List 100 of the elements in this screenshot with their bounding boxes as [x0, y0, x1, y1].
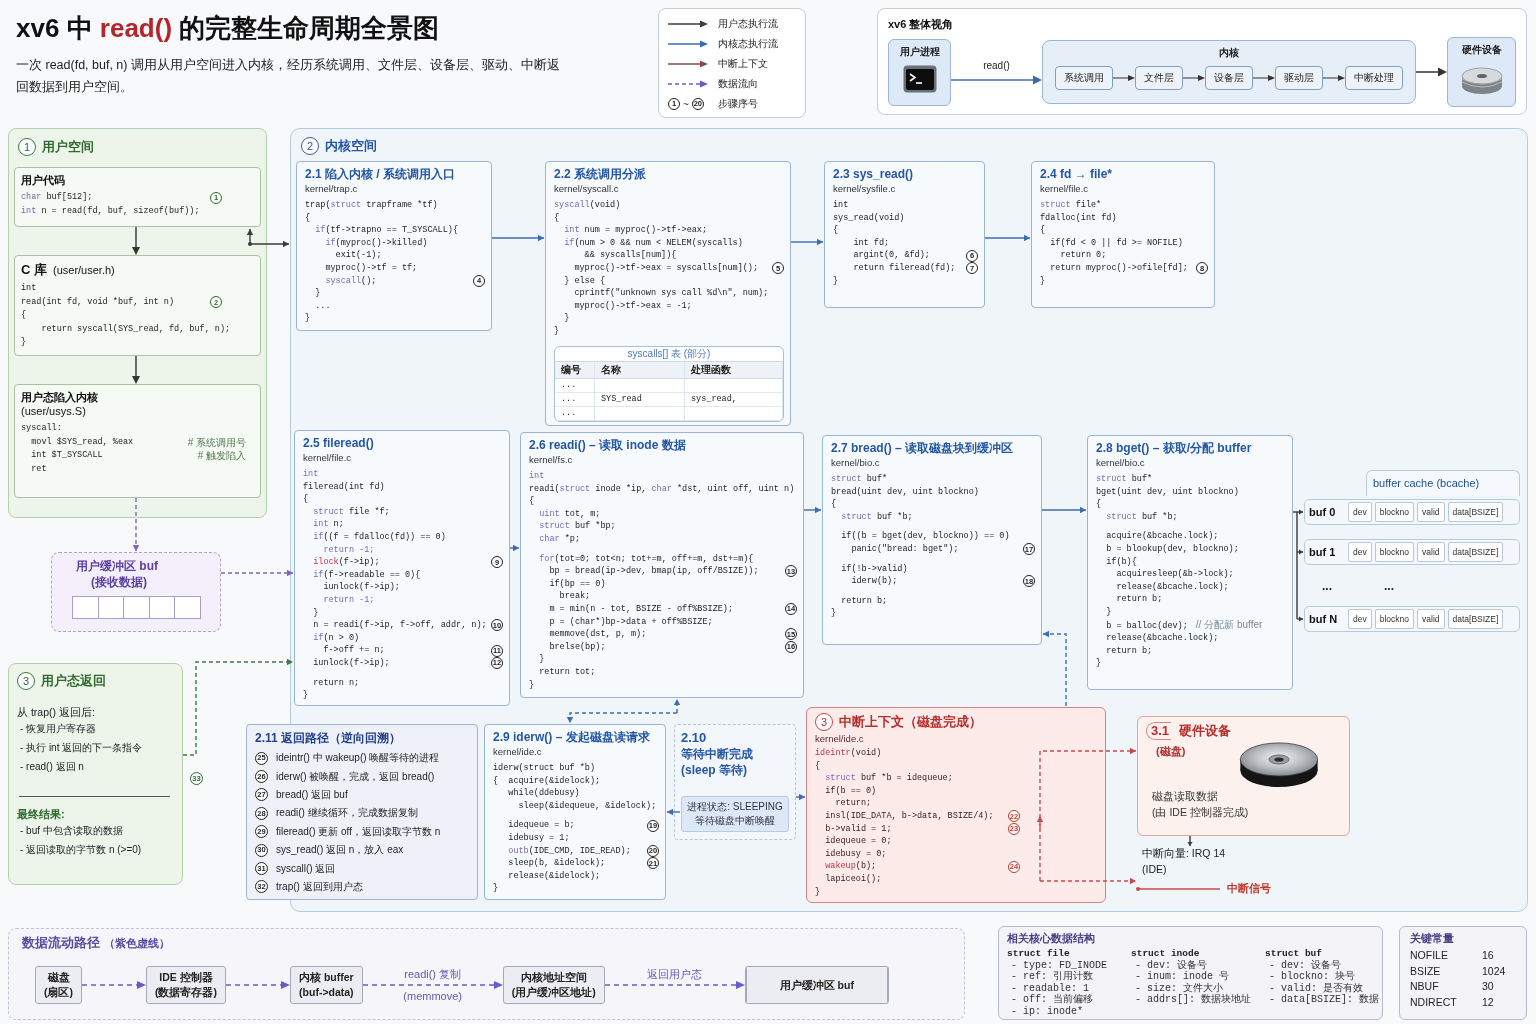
link-label: (memmove) — [403, 990, 462, 1002]
code-line: } — [833, 274, 839, 288]
code-line: trap(struct trapframe *tf) — [305, 199, 438, 212]
ellipsis-text: ... — [1322, 578, 1332, 593]
buffer-name: buf 1 — [1309, 546, 1337, 558]
buffer-cell — [72, 596, 99, 619]
code-line: acquire(&bcache.lock); — [1105, 530, 1219, 543]
flow-arrow — [803, 506, 822, 514]
range-sign: ~ — [683, 98, 689, 110]
panel-title: 相关核心数据结构 — [1007, 931, 1096, 945]
code-line: acquiresleep(&b->lock); — [1115, 568, 1234, 581]
code-line: b = balloc(dev); // 分配新 buffer — [1105, 618, 1263, 633]
block-title: 用户代码 — [21, 173, 65, 187]
code-line: myproc()->tf = tf; — [324, 261, 418, 275]
code-line: } else { — [563, 274, 605, 288]
page-title: xv6 中 read() 的完整生命周期全景图 — [16, 12, 440, 45]
code-line: return myproc()->ofile[fd]; — [1049, 261, 1188, 275]
section-number: 1 — [18, 138, 36, 156]
list-item: - 返回读取的字节数 n (>=0) — [19, 843, 143, 857]
field-cell: data[BSIZE] — [1447, 502, 1504, 522]
step-text: iderw() 被唤醒，完成，返回 bread() — [276, 769, 435, 784]
field-cell: data[BSIZE] — [1447, 609, 1504, 629]
terminal-icon — [902, 64, 937, 93]
code-line: if(!b->valid) — [840, 562, 908, 576]
code-line: return; — [834, 797, 872, 810]
step-text: ideintr() 中 wakeup() 唤醒等待的进程 — [276, 751, 440, 766]
section-number: 2 — [301, 137, 319, 155]
struct-field: - inum: inode 号 — [1131, 971, 1265, 983]
code-line: idequeue = b; — [507, 819, 575, 832]
field-cell: blockno — [1374, 609, 1415, 629]
code-line: bread(uint dev, uint blockno) — [831, 485, 979, 499]
constant-value: 12 — [1482, 994, 1495, 1010]
section-title: 用户空间 — [42, 138, 94, 156]
code-line: idequeue = 0; — [824, 835, 892, 848]
code-line: fdalloc(int fd) — [1040, 211, 1117, 225]
flow-arrow — [509, 544, 520, 552]
code-line: ilock(f->ip); — [312, 556, 380, 569]
struct-field: - ip: inode* — [1007, 1005, 1131, 1018]
code-line: memmove(dst, p, m); — [548, 628, 647, 641]
code-line: if(b){ — [1105, 555, 1137, 569]
code-line: return b; — [1115, 593, 1163, 606]
code-line: && syscalls[num]){ — [583, 249, 677, 262]
section-title: 用户态返回 — [41, 672, 106, 690]
section-title: 硬件设备 — [1179, 722, 1232, 740]
code-line: { — [815, 759, 821, 773]
code-line: } — [1040, 274, 1046, 288]
code-line: } — [815, 885, 821, 899]
result-title: 最终结果: — [17, 807, 66, 821]
code-line: struct buf *b = idequeue; — [824, 772, 953, 785]
code-line: int num = myproc()->tf->eax; — [563, 224, 708, 237]
flow-arrow — [491, 234, 545, 242]
code-line: iderw(struct buf *b) — [493, 762, 596, 775]
code-line: } — [538, 653, 545, 666]
struct-field: - readable: 1 — [1007, 982, 1131, 995]
flow-arrow — [131, 356, 141, 384]
code-line: struct file* — [1040, 199, 1102, 212]
field-cell: data[BSIZE] — [1447, 542, 1504, 562]
code-line: { — [1040, 224, 1046, 237]
struct-field: - addrs[]: 数据块地址 — [1131, 994, 1265, 1006]
legend-label: 步骤序号 — [718, 97, 758, 111]
code-line: struct buf* — [1096, 473, 1153, 486]
layer-node: 文件层 — [1135, 66, 1183, 90]
flow-arrow — [1253, 74, 1275, 82]
file-path: kernel/file.c — [1040, 183, 1090, 195]
code-line: } — [563, 312, 570, 325]
flow-arrow — [131, 227, 141, 255]
code-line: idebusy = 0; — [824, 847, 887, 861]
code-line: exit(-1); — [334, 249, 382, 262]
code-line: } — [303, 689, 309, 702]
code-line: iderw(b); — [850, 575, 898, 588]
table-cell: SYS_read — [595, 392, 685, 407]
code-line: int — [529, 470, 545, 483]
code-line: } — [1096, 657, 1102, 670]
code-line: iunlock(f->ip); — [312, 656, 390, 670]
code-line: return -1; — [322, 593, 375, 607]
flow-arrow — [246, 228, 290, 248]
code-line: idebusy = 1; — [507, 831, 570, 845]
code-line: } — [493, 882, 499, 895]
flow-arrow — [1113, 74, 1135, 82]
flow-arrow — [1416, 67, 1447, 77]
card-title: 2.1 陷入内核 / 系统调用入口 — [305, 166, 457, 182]
file-path: (user/usys.S) — [21, 404, 87, 418]
layer-node: 驱动层 — [1275, 66, 1323, 90]
legend-label: 用户态执行流 — [718, 17, 778, 31]
disk-icon — [1460, 65, 1503, 95]
code-line: p = (char*)bp->data + off%BSIZE; — [548, 615, 713, 629]
card-subtitle: (sleep 等待) — [681, 762, 748, 778]
code-line: panic("bread: bget"); — [850, 542, 959, 556]
table-cell: ... — [555, 406, 595, 421]
code-line: if((f = fdalloc(fd)) == 0) — [312, 530, 446, 544]
layer-node: 系统调用 — [1055, 66, 1113, 90]
code-line: return -1; — [322, 543, 375, 557]
code-line: char buf[512]; — [21, 191, 93, 204]
link-label: 返回用户态 — [647, 968, 703, 980]
code-line: int n = read(fd, buf, sizeof(buf)); — [21, 204, 200, 218]
code-line: cprintf("unknown sys call %d\n", num); — [573, 287, 769, 300]
code-line: ... — [314, 299, 331, 313]
code-line: struct buf *b; — [840, 510, 913, 524]
layer-node: 中断处理 — [1345, 66, 1403, 90]
intro-text: 从 trap() 返回后: — [17, 705, 96, 719]
